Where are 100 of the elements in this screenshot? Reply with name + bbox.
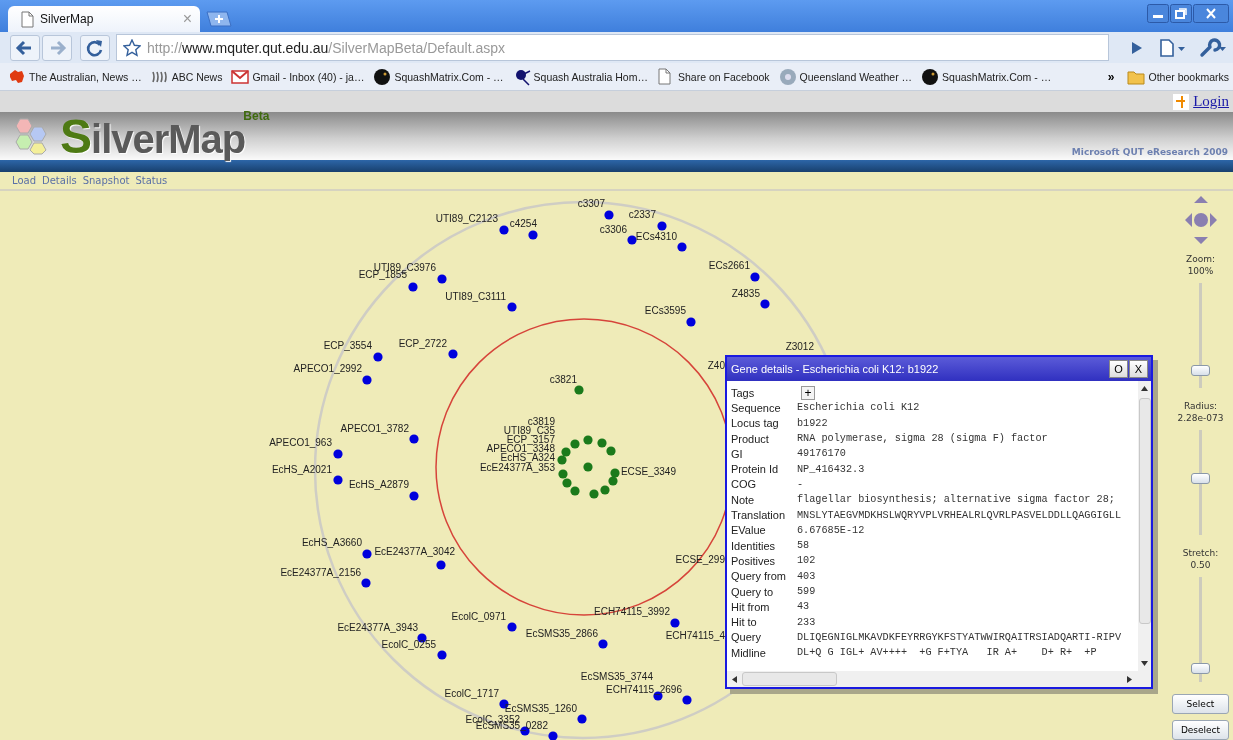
- bookmark-link[interactable]: ABC News: [171, 70, 223, 83]
- close-icon[interactable]: [1193, 4, 1229, 23]
- dialog-button[interactable]: O: [1109, 360, 1128, 378]
- node-dot[interactable]: [507, 302, 517, 312]
- node-dot[interactable]: [333, 475, 343, 485]
- panel-button[interactable]: Deselect: [1172, 720, 1229, 740]
- node-dot[interactable]: [409, 434, 419, 444]
- node-dot[interactable]: [558, 469, 568, 479]
- node-dot[interactable]: [600, 485, 610, 495]
- menu-link[interactable]: Snapshot: [82, 175, 130, 186]
- node-label: ECP_2722: [398, 339, 447, 349]
- field-label: Identities: [731, 539, 777, 552]
- menu-link[interactable]: Status: [135, 175, 168, 186]
- node-dot[interactable]: [686, 317, 696, 327]
- node-dot[interactable]: [436, 560, 446, 570]
- bookmark-link[interactable]: Squash Australia Hom…: [533, 70, 648, 83]
- node-dot[interactable]: [598, 639, 608, 649]
- node-dot[interactable]: [583, 462, 593, 472]
- node-dot[interactable]: [362, 375, 372, 385]
- minimize-icon[interactable]: [1147, 4, 1169, 23]
- node-dot[interactable]: [627, 235, 637, 245]
- slider-thumb[interactable]: [1191, 472, 1210, 484]
- bookmark-link[interactable]: SquashMatrix.Com - …: [394, 70, 504, 83]
- bookmark-link[interactable]: Share on Facebook: [677, 70, 770, 83]
- node-dot[interactable]: [437, 274, 447, 284]
- node-dot[interactable]: [610, 468, 620, 478]
- menu-link[interactable]: Details: [42, 175, 77, 186]
- node-dot[interactable]: [333, 449, 343, 459]
- field-value: -: [797, 478, 804, 490]
- slider-thumb[interactable]: [1191, 663, 1210, 675]
- field-label: Query from: [731, 570, 787, 583]
- more-bookmarks-button[interactable]: »: [1107, 69, 1115, 84]
- node-label: EcE24377A_3042: [374, 547, 455, 557]
- node-label: ECSE_3349: [620, 467, 676, 477]
- reload-icon[interactable]: [80, 34, 110, 61]
- dialog-button[interactable]: X: [1129, 360, 1148, 378]
- horizontal-scrollbar[interactable]: [727, 671, 1151, 687]
- node-dot[interactable]: [606, 446, 616, 456]
- add-tag-button[interactable]: +: [801, 385, 815, 400]
- field-value: 403: [797, 570, 816, 582]
- node-dot[interactable]: [448, 349, 458, 359]
- node-dot[interactable]: [361, 578, 371, 588]
- back-icon[interactable]: [10, 34, 40, 61]
- node-label: ECP_3157: [506, 435, 555, 445]
- pan-control-icon[interactable]: [1183, 195, 1218, 245]
- menu-link[interactable]: Load: [12, 175, 36, 186]
- node-dot[interactable]: [570, 486, 580, 496]
- node-dot[interactable]: [499, 225, 509, 235]
- node-dot[interactable]: [677, 242, 687, 252]
- scroll-thumb[interactable]: [742, 672, 837, 686]
- node-dot[interactable]: [577, 714, 587, 724]
- node-dot[interactable]: [597, 438, 607, 448]
- node-dot[interactable]: [589, 489, 599, 499]
- new-tab-icon[interactable]: [206, 11, 232, 27]
- node-dot[interactable]: [528, 230, 538, 240]
- bookmark-link[interactable]: SquashMatrix.Com - …: [942, 70, 1052, 83]
- node-dot[interactable]: [362, 549, 372, 559]
- node-dot[interactable]: [604, 210, 614, 220]
- node-label: ECs2661: [708, 261, 750, 271]
- star-icon[interactable]: [123, 38, 141, 57]
- login-link[interactable]: Login: [1193, 93, 1229, 110]
- vertical-scrollbar[interactable]: [1138, 381, 1151, 671]
- node-dot[interactable]: [750, 272, 760, 282]
- bookmark-link[interactable]: The Australian, News …: [29, 70, 142, 83]
- node-dot[interactable]: [608, 476, 618, 486]
- node-dot[interactable]: [437, 650, 447, 660]
- scroll-up-icon: [1140, 385, 1149, 392]
- field-label: EValue: [731, 524, 767, 537]
- node-dot[interactable]: [557, 455, 567, 465]
- node-dot[interactable]: [760, 299, 770, 309]
- bookmark-link[interactable]: Queensland Weather …: [799, 70, 913, 83]
- node-dot[interactable]: [670, 618, 680, 628]
- node-label: c3306: [599, 225, 627, 235]
- node-dot[interactable]: [682, 695, 692, 705]
- bookmark-link[interactable]: Gmail - Inbox (40) - ja…: [252, 70, 365, 83]
- node-dot[interactable]: [570, 439, 580, 449]
- disc-icon: [778, 67, 797, 86]
- node-dot[interactable]: [657, 221, 667, 231]
- browser-tab[interactable]: SilverMap ×: [8, 6, 200, 32]
- node-dot[interactable]: [561, 447, 571, 457]
- slider-thumb[interactable]: [1191, 365, 1210, 377]
- panel-button[interactable]: Select: [1172, 694, 1229, 714]
- field-value: NP_416432.3: [797, 463, 865, 475]
- bookmark-folder[interactable]: Other bookmarks: [1148, 70, 1229, 83]
- field-label: Midline: [731, 646, 767, 659]
- field-value: 49176170: [797, 448, 846, 460]
- node-dot[interactable]: [562, 478, 572, 488]
- node-label: EcSMS35_3744: [580, 672, 653, 682]
- node-dot[interactable]: [574, 385, 584, 395]
- node-dot[interactable]: [409, 491, 419, 501]
- scroll-thumb[interactable]: [1138, 398, 1151, 624]
- node-dot[interactable]: [583, 435, 593, 445]
- address-field[interactable]: http://www.mquter.qut.edu.au/SilverMapBeta/Default.aspx: [116, 34, 1109, 61]
- field-label: COG: [731, 478, 758, 491]
- node-label: EcSMS35_1260: [504, 704, 577, 714]
- node-dot[interactable]: [507, 622, 517, 632]
- restore-icon[interactable]: [1170, 4, 1192, 23]
- node-dot[interactable]: [373, 352, 383, 362]
- node-dot[interactable]: [408, 282, 418, 292]
- field-value: flagellar biosynthesis; alternative sigma factor 28;: [797, 494, 1115, 506]
